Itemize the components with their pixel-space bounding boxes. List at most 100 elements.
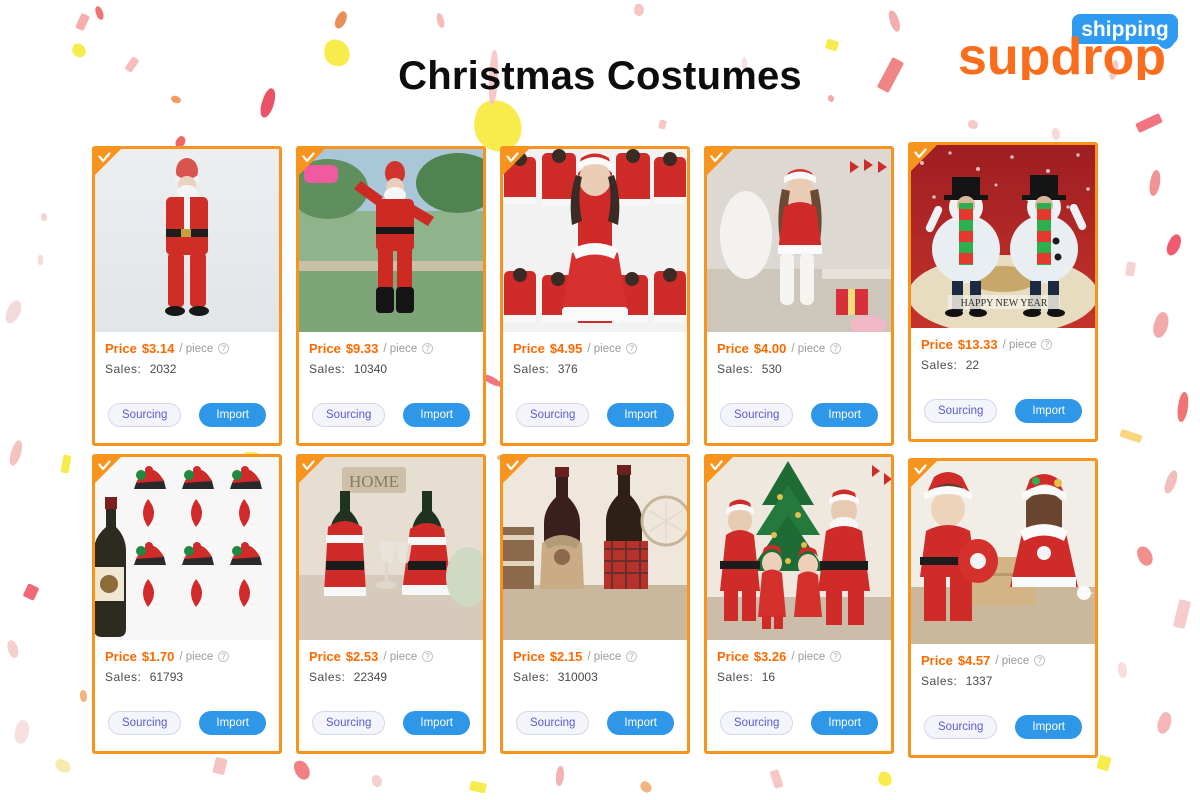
import-button[interactable]: Import bbox=[199, 711, 266, 735]
import-button[interactable]: Import bbox=[403, 711, 470, 735]
sales-row: Sales: 10340 bbox=[309, 362, 473, 376]
check-icon[interactable] bbox=[506, 460, 519, 473]
check-icon[interactable] bbox=[710, 460, 723, 473]
sales-row: Sales: 2032 bbox=[105, 362, 269, 376]
product-card[interactable]: Price $2.15 / piece ? Sales: 310003 Sour… bbox=[500, 454, 690, 754]
sales-value: 1337 bbox=[965, 674, 993, 688]
card-actions: Sourcing Import bbox=[503, 403, 687, 427]
check-icon[interactable] bbox=[914, 148, 927, 161]
check-icon[interactable] bbox=[302, 152, 315, 165]
product-card[interactable]: HAPPY NEW YEAR Price $13.33 / piece ? Sa… bbox=[908, 142, 1098, 442]
price-label: Price bbox=[717, 649, 749, 664]
card-actions: Sourcing Import bbox=[299, 711, 483, 735]
price-value: $2.53 bbox=[345, 649, 379, 664]
sourcing-button[interactable]: Sourcing bbox=[108, 711, 182, 735]
price-value: $1.70 bbox=[141, 649, 175, 664]
sales-value: 16 bbox=[761, 670, 776, 684]
price-label: Price bbox=[513, 341, 545, 356]
sourcing-button[interactable]: Sourcing bbox=[924, 399, 998, 423]
product-card[interactable]: Price $3.14 / piece ? Sales: 2032 Sourci… bbox=[92, 146, 282, 446]
import-button[interactable]: Import bbox=[811, 711, 878, 735]
sourcing-button[interactable]: Sourcing bbox=[720, 403, 794, 427]
sourcing-button[interactable]: Sourcing bbox=[108, 403, 182, 427]
help-icon[interactable]: ? bbox=[830, 651, 842, 662]
price-label: Price bbox=[921, 653, 953, 668]
check-icon[interactable] bbox=[914, 464, 927, 477]
product-card[interactable]: Price $4.00 / piece ? Sales: 530 Sourcin… bbox=[704, 146, 894, 446]
product-image[interactable]: HAPPY NEW YEAR bbox=[911, 145, 1095, 328]
product-card[interactable]: Price $9.33 / piece ? Sales: 10340 Sourc… bbox=[296, 146, 486, 446]
check-icon[interactable] bbox=[98, 460, 111, 473]
supdrop-shipping-logo: shipping supdrop bbox=[954, 12, 1182, 86]
sales-value: 10340 bbox=[353, 362, 388, 376]
help-icon[interactable]: ? bbox=[626, 343, 638, 354]
product-image[interactable] bbox=[299, 149, 483, 332]
sales-value: 376 bbox=[557, 362, 578, 376]
import-button[interactable]: Import bbox=[199, 403, 266, 427]
check-icon[interactable] bbox=[710, 152, 723, 165]
product-image[interactable]: HOME bbox=[299, 457, 483, 640]
product-card[interactable]: Price $3.26 / piece ? Sales: 16 Sourcing… bbox=[704, 454, 894, 754]
sales-row: Sales: 22349 bbox=[309, 670, 473, 684]
sales-value: 22 bbox=[965, 358, 980, 372]
product-card[interactable]: Price $4.57 / piece ? Sales: 1337 Sourci… bbox=[908, 458, 1098, 758]
price-unit: / piece bbox=[791, 342, 826, 355]
product-info: Price $3.26 / piece ? Sales: 16 bbox=[707, 640, 891, 684]
help-icon[interactable]: ? bbox=[1041, 339, 1053, 350]
price-label: Price bbox=[717, 341, 749, 356]
sales-value: 2032 bbox=[149, 362, 177, 376]
product-image[interactable] bbox=[707, 457, 891, 640]
product-image[interactable] bbox=[911, 461, 1095, 644]
check-icon[interactable] bbox=[506, 152, 519, 165]
sourcing-button[interactable]: Sourcing bbox=[516, 711, 590, 735]
help-icon[interactable]: ? bbox=[1034, 655, 1046, 666]
card-actions: Sourcing Import bbox=[911, 399, 1095, 423]
card-actions: Sourcing Import bbox=[95, 711, 279, 735]
check-icon[interactable] bbox=[302, 460, 315, 473]
product-info: Price $4.57 / piece ? Sales: 1337 bbox=[911, 644, 1095, 688]
import-button[interactable]: Import bbox=[1015, 399, 1082, 423]
help-icon[interactable]: ? bbox=[422, 343, 434, 354]
sales-row: Sales: 310003 bbox=[513, 670, 677, 684]
sourcing-button[interactable]: Sourcing bbox=[924, 715, 998, 739]
price-value: $2.15 bbox=[549, 649, 583, 664]
product-card[interactable]: Price $1.70 / piece ? Sales: 61793 Sourc… bbox=[92, 454, 282, 754]
import-button[interactable]: Import bbox=[607, 403, 674, 427]
product-info: Price $4.00 / piece ? Sales: 530 bbox=[707, 332, 891, 376]
price-label: Price bbox=[105, 649, 137, 664]
sales-label: Sales: bbox=[513, 362, 550, 376]
import-button[interactable]: Import bbox=[811, 403, 878, 427]
product-image[interactable] bbox=[503, 149, 687, 332]
product-card[interactable]: Price $4.95 / piece ? Sales: 376 Sourcin… bbox=[500, 146, 690, 446]
sourcing-button[interactable]: Sourcing bbox=[312, 403, 386, 427]
card-actions: Sourcing Import bbox=[299, 403, 483, 427]
product-image[interactable] bbox=[503, 457, 687, 640]
sourcing-button[interactable]: Sourcing bbox=[312, 711, 386, 735]
product-image[interactable] bbox=[707, 149, 891, 332]
help-icon[interactable]: ? bbox=[422, 651, 434, 662]
product-image[interactable] bbox=[95, 457, 279, 640]
card-actions: Sourcing Import bbox=[707, 711, 891, 735]
product-image[interactable] bbox=[95, 149, 279, 332]
price-row: Price $3.14 / piece ? bbox=[105, 341, 269, 356]
product-info: Price $9.33 / piece ? Sales: 10340 bbox=[299, 332, 483, 376]
product-card[interactable]: HOME Price $2.53 / piece ? Sales: 22349 … bbox=[296, 454, 486, 754]
help-icon[interactable]: ? bbox=[218, 343, 230, 354]
price-row: Price $4.95 / piece ? bbox=[513, 341, 677, 356]
sourcing-button[interactable]: Sourcing bbox=[516, 403, 590, 427]
price-unit: / piece bbox=[1002, 338, 1037, 351]
help-icon[interactable]: ? bbox=[218, 651, 230, 662]
sourcing-button[interactable]: Sourcing bbox=[720, 711, 794, 735]
price-value: $3.14 bbox=[141, 341, 175, 356]
help-icon[interactable]: ? bbox=[830, 343, 842, 354]
sales-value: 61793 bbox=[149, 670, 184, 684]
import-button[interactable]: Import bbox=[403, 403, 470, 427]
price-value: $4.00 bbox=[753, 341, 787, 356]
price-unit: / piece bbox=[383, 650, 418, 663]
sales-label: Sales: bbox=[921, 674, 958, 688]
import-button[interactable]: Import bbox=[1015, 715, 1082, 739]
price-unit: / piece bbox=[995, 654, 1030, 667]
help-icon[interactable]: ? bbox=[626, 651, 638, 662]
import-button[interactable]: Import bbox=[607, 711, 674, 735]
check-icon[interactable] bbox=[98, 152, 111, 165]
